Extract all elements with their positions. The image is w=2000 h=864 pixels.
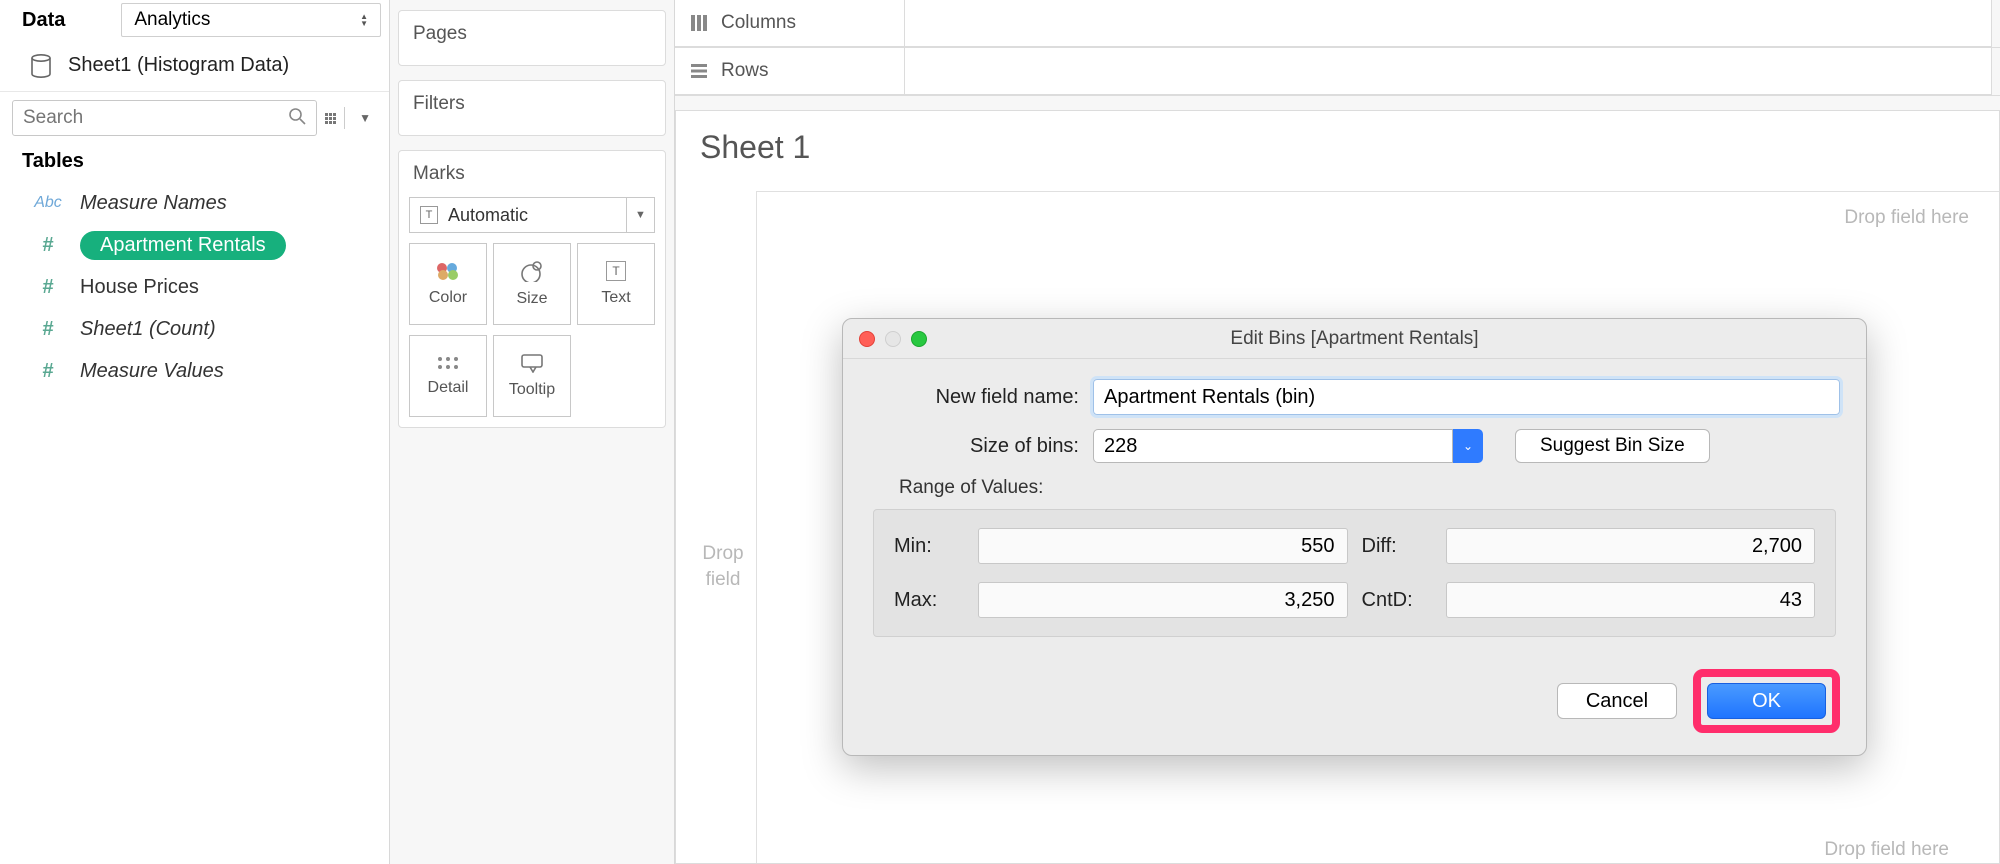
- field-measure-values[interactable]: # Measure Values: [22, 351, 381, 391]
- number-icon: #: [30, 234, 66, 257]
- marks-card: Marks T Automatic ▼ Color Size T Text: [398, 150, 666, 428]
- field-measure-names[interactable]: Abc Measure Names: [22, 183, 381, 223]
- size-icon: [519, 260, 545, 282]
- filters-shelf[interactable]: Filters: [398, 80, 666, 136]
- tooltip-icon: [520, 353, 544, 373]
- filters-label: Filters: [399, 81, 665, 135]
- field-label: Measure Names: [80, 192, 227, 215]
- color-icon: [435, 261, 461, 281]
- number-icon: #: [30, 318, 66, 341]
- fields-menu-dropdown[interactable]: ▼: [353, 111, 377, 125]
- drop-hint-left: Dropfield: [698, 541, 748, 593]
- diff-value[interactable]: 2,700: [1446, 528, 1816, 564]
- chevron-down-icon: ▼: [626, 198, 654, 232]
- rows-label: Rows: [721, 60, 769, 82]
- label: Text: [601, 289, 630, 307]
- database-icon: [30, 54, 52, 78]
- suggest-bin-size-button[interactable]: Suggest Bin Size: [1515, 429, 1710, 463]
- max-value[interactable]: 3,250: [978, 582, 1348, 618]
- number-icon: #: [30, 276, 66, 299]
- updown-icon: ▲▼: [360, 13, 368, 27]
- pages-label: Pages: [399, 11, 665, 65]
- detail-icon: [436, 355, 460, 371]
- drop-hint-top: Drop field here: [1844, 207, 1969, 229]
- size-of-bins-dropdown[interactable]: ⌄: [1453, 429, 1483, 463]
- text-icon: T: [606, 261, 626, 281]
- label: Size: [516, 290, 547, 308]
- dialog-titlebar[interactable]: Edit Bins [Apartment Rentals]: [843, 319, 1866, 359]
- text-type-icon: T: [420, 206, 438, 224]
- label: Tooltip: [509, 381, 555, 399]
- field-label: Sheet1 (Count): [80, 318, 216, 341]
- new-field-name-input[interactable]: [1093, 379, 1840, 415]
- tables-header: Tables: [0, 144, 389, 183]
- rows-icon: [689, 61, 709, 81]
- edit-bins-dialog: Edit Bins [Apartment Rentals] New field …: [842, 318, 1867, 756]
- marks-color-button[interactable]: Color: [409, 243, 487, 325]
- number-icon: #: [30, 360, 66, 383]
- rows-dropzone[interactable]: [905, 48, 1992, 95]
- ok-highlight: OK: [1693, 669, 1840, 733]
- datasource-name: Sheet1 (Histogram Data): [68, 54, 289, 77]
- columns-dropzone[interactable]: [905, 0, 1992, 47]
- diff-label: Diff:: [1362, 535, 1432, 558]
- range-of-values-label: Range of Values:: [899, 477, 1840, 499]
- size-of-bins-label: Size of bins:: [869, 435, 1079, 458]
- label: Color: [429, 289, 467, 307]
- new-field-label: New field name:: [869, 386, 1079, 409]
- field-sheet1-count[interactable]: # Sheet1 (Count): [22, 309, 381, 349]
- data-pane: Data Analytics ▲▼ Sheet1 (Histogram Data…: [0, 0, 390, 864]
- marks-type-label: Automatic: [448, 205, 626, 226]
- drop-hint-bottom: Drop field here: [1824, 839, 1949, 861]
- marks-size-button[interactable]: Size: [493, 243, 571, 325]
- field-apartment-rentals[interactable]: # Apartment Rentals: [22, 225, 381, 265]
- field-label: Apartment Rentals: [80, 231, 286, 260]
- rows-shelf[interactable]: Rows: [675, 48, 905, 95]
- cntd-label: CntD:: [1362, 589, 1432, 612]
- range-box: Min: 550 Diff: 2,700 Max: 3,250 CntD: 43: [873, 509, 1836, 637]
- field-label: House Prices: [80, 276, 199, 299]
- field-house-prices[interactable]: # House Prices: [22, 267, 381, 307]
- pages-shelf[interactable]: Pages: [398, 10, 666, 66]
- field-label: Measure Values: [80, 360, 224, 383]
- columns-shelf[interactable]: Columns: [675, 0, 905, 47]
- marks-type-select[interactable]: T Automatic ▼: [409, 197, 655, 233]
- tab-analytics[interactable]: Analytics ▲▼: [121, 3, 381, 37]
- columns-icon: [689, 13, 709, 33]
- min-value[interactable]: 550: [978, 528, 1348, 564]
- field-list: Abc Measure Names # Apartment Rentals # …: [0, 183, 389, 391]
- columns-label: Columns: [721, 12, 796, 34]
- cntd-value[interactable]: 43: [1446, 582, 1816, 618]
- max-label: Max:: [894, 589, 964, 612]
- divider: [344, 107, 345, 129]
- marks-detail-button[interactable]: Detail: [409, 335, 487, 417]
- size-of-bins-input[interactable]: 228: [1093, 429, 1453, 463]
- search-icon: [288, 107, 306, 130]
- search-input[interactable]: [12, 100, 317, 136]
- cancel-button[interactable]: Cancel: [1557, 683, 1677, 719]
- datasource-row[interactable]: Sheet1 (Histogram Data): [0, 40, 389, 92]
- marks-label: Marks: [399, 151, 665, 193]
- marks-text-button[interactable]: T Text: [577, 243, 655, 325]
- analytics-label: Analytics: [134, 9, 210, 31]
- abc-icon: Abc: [30, 194, 66, 212]
- marks-empty: [577, 335, 655, 417]
- cards-pane: Pages Filters Marks T Automatic ▼ Color …: [390, 0, 675, 864]
- view-grid-icon[interactable]: [325, 113, 336, 124]
- min-label: Min:: [894, 535, 964, 558]
- dialog-title: Edit Bins [Apartment Rentals]: [843, 328, 1866, 350]
- marks-tooltip-button[interactable]: Tooltip: [493, 335, 571, 417]
- tab-data[interactable]: Data: [22, 9, 65, 32]
- ok-button[interactable]: OK: [1707, 683, 1826, 719]
- sheet-title[interactable]: Sheet 1: [676, 111, 1999, 172]
- label: Detail: [428, 379, 469, 397]
